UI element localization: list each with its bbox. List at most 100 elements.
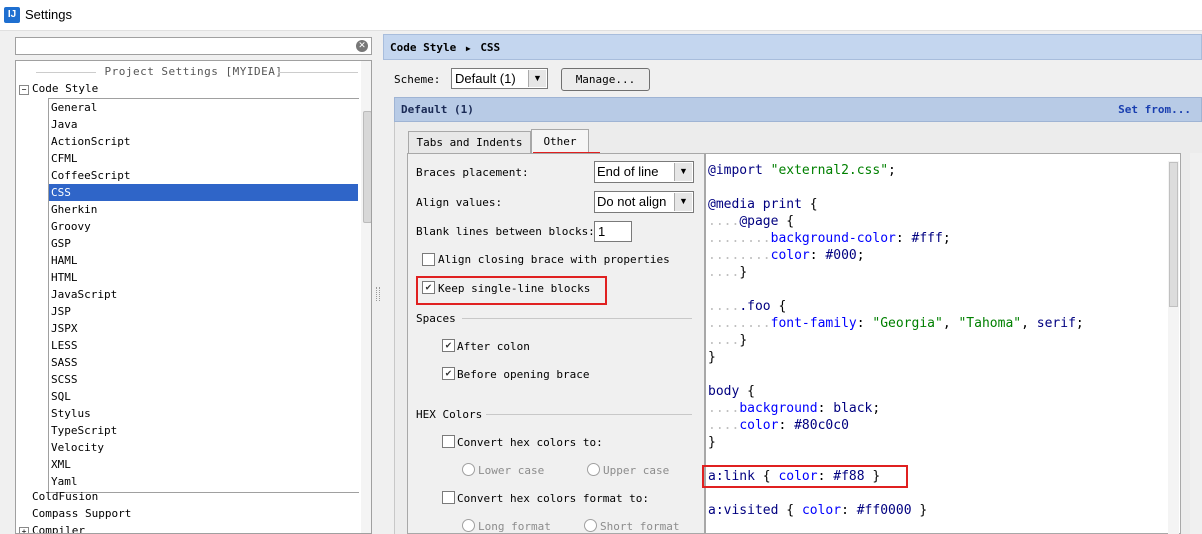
before-brace-checkbox[interactable]: ✔ [442, 367, 455, 380]
manage-button-label: Manage... [575, 73, 636, 86]
braces-placement-select[interactable]: End of line ▼ [594, 161, 694, 183]
tree-item-gherkin[interactable]: Gherkin [51, 201, 97, 218]
tree-item-stylus[interactable]: Stylus [51, 405, 91, 422]
hex-colors-section-header: HEX Colors [416, 408, 483, 421]
title-bar: IJ Settings [0, 0, 1202, 31]
tree-item-sass[interactable]: SASS [51, 354, 78, 371]
spaces-section-header: Spaces [416, 312, 456, 325]
chevron-down-icon[interactable]: ▼ [674, 163, 692, 181]
upper-case-radio[interactable] [587, 463, 600, 476]
tree-item-sql[interactable]: SQL [51, 388, 71, 405]
expand-toggle-icon[interactable]: + [19, 527, 29, 533]
code-line: ....@page { [708, 214, 795, 229]
scheme-panel-header: Default (1) Set from... [394, 97, 1202, 122]
after-colon-checkbox[interactable]: ✔ [442, 339, 455, 352]
settings-tree[interactable]: Project Settings [MYIDEA] − Code Style C… [15, 60, 372, 534]
chevron-down-icon[interactable]: ▼ [674, 193, 692, 211]
code-line: ....} [708, 333, 748, 348]
braces-placement-value: End of line [597, 164, 659, 179]
breadcrumb: Code Style ▶ CSS [383, 34, 1202, 60]
short-format-radio[interactable] [584, 519, 597, 532]
code-line: ....} [708, 265, 748, 280]
tree-item-less[interactable]: LESS [51, 337, 78, 354]
chevron-down-icon[interactable]: ▼ [528, 70, 546, 87]
long-format-radio[interactable] [462, 519, 475, 532]
tree-item-java[interactable]: Java [51, 116, 78, 133]
preview-scrollbar-thumb[interactable] [1169, 162, 1178, 307]
right-margin [1190, 153, 1202, 534]
align-closing-checkbox[interactable] [422, 253, 435, 266]
tree-item-xml[interactable]: XML [51, 456, 71, 473]
scheme-panel-title: Default (1) [401, 103, 474, 116]
align-closing-label: Align closing brace with properties [438, 253, 670, 266]
tree-item-jsp[interactable]: JSP [51, 303, 71, 320]
tree-item-velocity[interactable]: Velocity [51, 439, 104, 456]
tree-item-haml[interactable]: HAML [51, 252, 78, 269]
tab-tabs-and-indents[interactable]: Tabs and Indents [408, 131, 531, 153]
after-colon-label: After colon [457, 340, 530, 353]
tree-scrollbar-thumb[interactable] [363, 111, 371, 223]
tree-item-coldfusion[interactable]: ColdFusion [32, 490, 98, 503]
tree-item-css[interactable]: CSS [49, 184, 358, 201]
blank-lines-label: Blank lines between blocks: [416, 225, 595, 238]
tab-label: Tabs and Indents [416, 136, 523, 149]
window-title: Settings [25, 7, 72, 22]
convert-hex-checkbox[interactable] [442, 435, 455, 448]
breadcrumb-current: CSS [480, 41, 501, 54]
tree-item-coffeescript[interactable]: CoffeeScript [51, 167, 130, 184]
splitter-handle[interactable] [376, 287, 380, 301]
link-rule-highlight [702, 465, 908, 488]
section-divider [486, 414, 692, 415]
tab-other[interactable]: Other [531, 129, 589, 154]
code-line: .....foo { [708, 299, 787, 314]
tree-item-typescript[interactable]: TypeScript [51, 422, 117, 439]
code-line: @import "external2.css"; [708, 163, 896, 178]
code-line: } [708, 435, 716, 450]
tab-label: Other [543, 135, 577, 148]
scheme-select[interactable]: Default (1) ▼ [451, 68, 548, 89]
section-divider [462, 318, 692, 319]
search-input[interactable]: ✕ [15, 37, 372, 55]
tree-item-scss[interactable]: SCSS [51, 371, 78, 388]
clear-search-icon[interactable]: ✕ [356, 40, 368, 52]
breadcrumb-parent[interactable]: Code Style [390, 41, 456, 54]
code-line: ....background: black; [708, 401, 881, 416]
align-values-label: Align values: [416, 196, 503, 209]
lower-case-label: Lower case [478, 464, 545, 477]
collapse-toggle-icon[interactable]: − [19, 85, 29, 95]
breadcrumb-arrow-icon: ▶ [465, 44, 471, 53]
short-format-label: Short format [600, 520, 680, 533]
scheme-label: Scheme: [394, 73, 441, 86]
tree-item-compiler[interactable]: Compiler [32, 524, 85, 533]
scheme-value: Default (1) [455, 71, 516, 86]
tree-item-jspx[interactable]: JSPX [51, 320, 78, 337]
code-line: a:visited { color: #ff0000 } [708, 503, 928, 518]
code-line: ........color: #000; [708, 248, 865, 263]
tree-item-code-style[interactable]: Code Style [32, 82, 98, 95]
braces-placement-label: Braces placement: [416, 166, 529, 179]
code-line: body { [708, 384, 755, 399]
tree-item-yaml[interactable]: Yaml [51, 473, 78, 490]
tree-item-cfml[interactable]: CFML [51, 150, 78, 167]
align-values-select[interactable]: Do not align ▼ [594, 191, 694, 213]
tree-item-gsp[interactable]: GSP [51, 235, 71, 252]
tree-item-actionscript[interactable]: ActionScript [51, 133, 130, 150]
tree-item-html[interactable]: HTML [51, 269, 78, 286]
header-divider [278, 72, 358, 73]
tree-item-javascript[interactable]: JavaScript [51, 286, 117, 303]
before-brace-label: Before opening brace [457, 368, 590, 381]
convert-format-checkbox[interactable] [442, 491, 455, 504]
app-logo-icon: IJ [4, 7, 20, 23]
upper-case-label: Upper case [603, 464, 670, 477]
blank-lines-input[interactable]: 1 [594, 221, 632, 242]
code-line: @media print { [708, 197, 818, 212]
manage-button[interactable]: Manage... [561, 68, 650, 91]
tree-item-compass-support[interactable]: Compass Support [32, 507, 131, 520]
set-from-link[interactable]: Set from... [1118, 103, 1191, 116]
tree-item-general[interactable]: General [51, 99, 97, 116]
code-line: ........font-family: "Georgia", "Tahoma"… [708, 316, 1084, 331]
lower-case-radio[interactable] [462, 463, 475, 476]
tree-item-groovy[interactable]: Groovy [51, 218, 91, 235]
code-line: ....color: #80c0c0 [708, 418, 849, 433]
align-values-value: Do not align [597, 194, 667, 209]
